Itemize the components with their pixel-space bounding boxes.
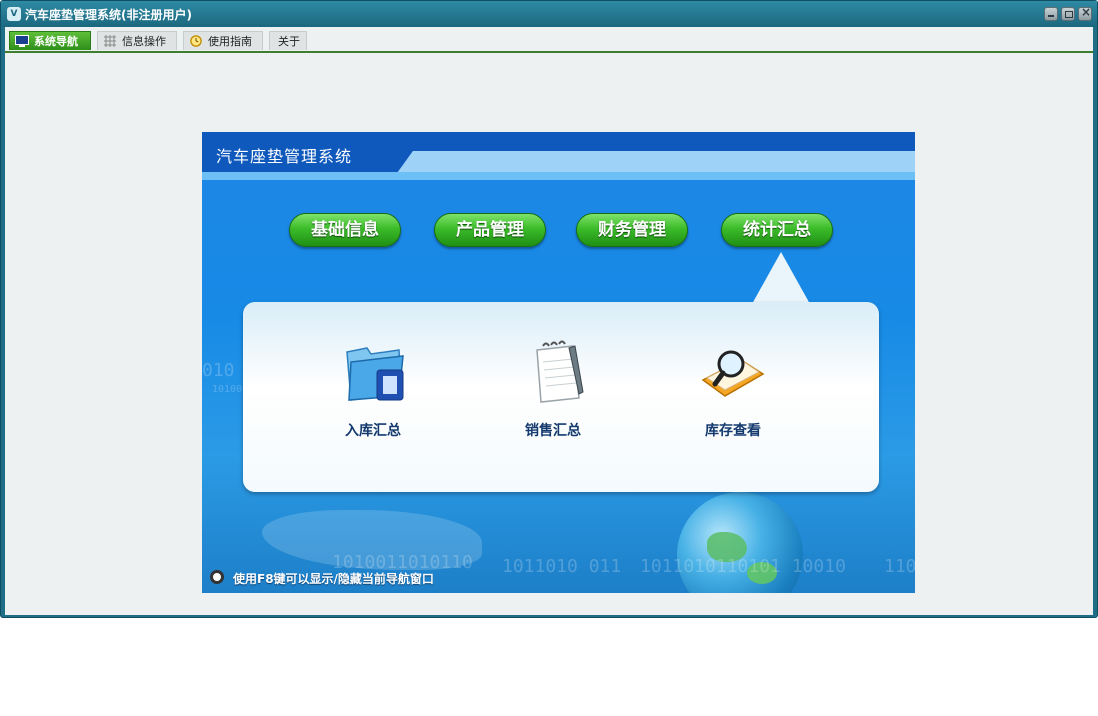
monitor-icon [15, 35, 29, 47]
notepad-pen-icon [536, 340, 584, 403]
sales-summary-item[interactable]: 销售汇总 [493, 340, 613, 450]
title-bar[interactable]: V 汽车座垫管理系统(非注册用户) [1, 1, 1097, 27]
feature-label: 销售汇总 [525, 423, 581, 439]
tab-label: 系统导航 [34, 35, 78, 48]
inventory-view-item[interactable]: 库存查看 [673, 340, 793, 450]
f8-hint-text: 使用F8键可以显示/隐藏当前导航窗口 [233, 572, 434, 586]
tab-label: 使用指南 [208, 35, 252, 48]
client-area: 系统导航 信息操作 使用指南 关于 汽车座垫管理系统 010 10100 101… [5, 27, 1093, 615]
feature-label: 入库汇总 [345, 423, 401, 439]
record-icon [210, 570, 224, 584]
app-window: V 汽车座垫管理系统(非注册用户) 系统导航 信息操 [0, 0, 1098, 618]
tab-label: 关于 [278, 35, 300, 48]
app-icon: V [7, 7, 21, 21]
clock-icon [190, 35, 202, 47]
minimize-button[interactable] [1044, 7, 1058, 21]
statistics-summary-button[interactable]: 统计汇总 [721, 213, 833, 247]
feature-label: 库存查看 [705, 423, 761, 439]
globe-decoration [677, 492, 803, 593]
finance-management-button[interactable]: 财务管理 [576, 213, 688, 247]
basic-info-button[interactable]: 基础信息 [289, 213, 401, 247]
background-binary-text: 010 [202, 360, 235, 381]
inbound-summary-item[interactable]: 入库汇总 [313, 340, 433, 450]
tab-bar: 系统导航 信息操作 使用指南 关于 [5, 27, 1093, 53]
tab-about[interactable]: 关于 [269, 31, 307, 50]
folder-document-icon [346, 347, 404, 401]
tab-info-operations[interactable]: 信息操作 [97, 31, 177, 50]
banner-stripe [202, 172, 915, 180]
navigation-panel: 汽车座垫管理系统 010 10100 1010011010110 1011010… [202, 132, 915, 593]
close-button[interactable] [1078, 5, 1092, 21]
product-management-button[interactable]: 产品管理 [434, 213, 546, 247]
background-binary-text: 1011010110101 10010 [640, 556, 846, 577]
background-binary-text: 1011010 011 [502, 556, 622, 577]
window-title: 汽车座垫管理系统(非注册用户) [25, 8, 192, 22]
submenu-popup: 入库汇总 销售汇总 库存查看 [243, 302, 879, 492]
submenu-pointer [752, 252, 810, 304]
grid-icon [104, 35, 116, 47]
tab-system-navigation[interactable]: 系统导航 [9, 31, 91, 50]
restore-button[interactable] [1061, 7, 1075, 21]
background-binary-text: 110 [884, 556, 915, 577]
tab-user-guide[interactable]: 使用指南 [183, 31, 263, 50]
magnifier-book-icon [701, 350, 765, 397]
tab-label: 信息操作 [122, 35, 166, 48]
panel-title: 汽车座垫管理系统 [216, 147, 353, 166]
background-binary-text: 10100 [212, 384, 243, 395]
